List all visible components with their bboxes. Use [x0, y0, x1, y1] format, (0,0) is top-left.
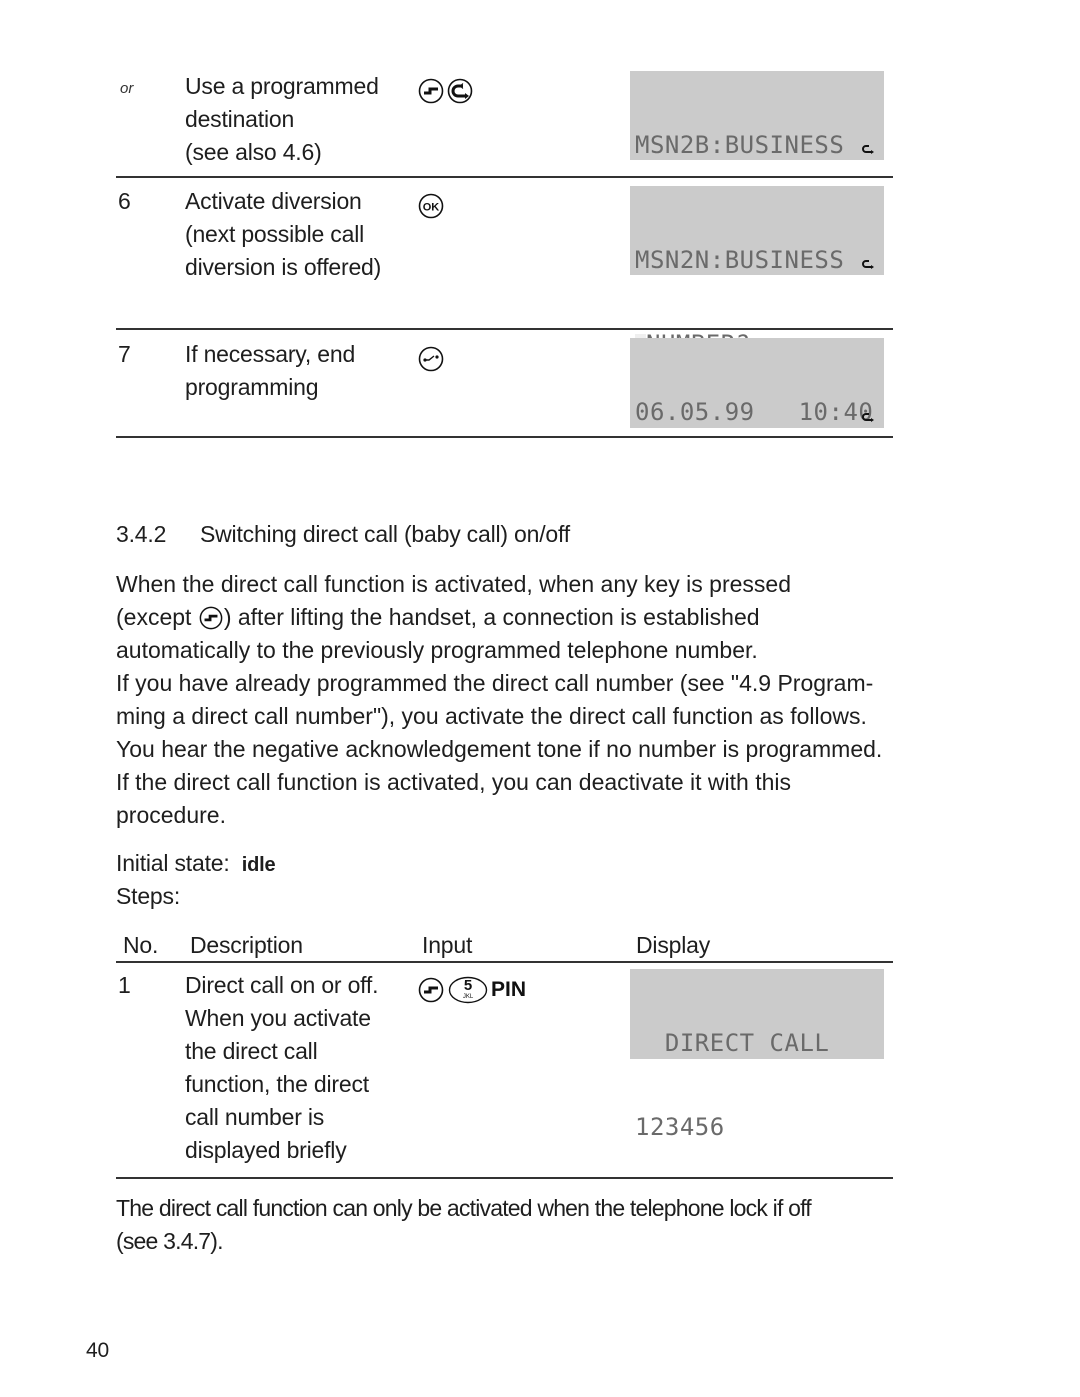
lcd-display: MSN2B:BUSINESS 123456 [630, 71, 884, 243]
header-display: Display [636, 932, 711, 958]
lcd-line-1: MSN2N:BUSINESS [635, 246, 845, 274]
description-line: call number is [185, 1104, 325, 1130]
table-header-divider [116, 961, 893, 963]
handset-lift-icon [418, 78, 444, 104]
page-number: 40 [86, 1339, 109, 1362]
text-fragment: (except [116, 604, 198, 630]
description-line: If necessary, end [185, 341, 356, 367]
svg-text:OK: OK [423, 202, 440, 214]
row-number: 1 [118, 972, 131, 998]
paragraph-line: automatically to the previously programm… [116, 637, 758, 663]
header-no: No. [123, 932, 159, 958]
lcd-display: 06.05.99 10:40 [630, 338, 884, 428]
description-line: (see also 4.6) [185, 139, 322, 165]
description-line: Use a programmed [185, 73, 379, 99]
divider [116, 176, 893, 178]
initial-state: Initial state: idle [116, 847, 276, 882]
lcd-display: MSN2N:BUSINESS NUMBER? [630, 186, 884, 358]
footnote-line: (see 3.4.7). [116, 1228, 224, 1254]
lcd-line-2: 123456 [635, 1113, 725, 1141]
initial-state-label: Initial state: [116, 850, 230, 876]
step-number: 6 [118, 188, 131, 214]
paragraph-line: When the direct call function is activat… [116, 571, 792, 597]
lcd-date: 06.05.99 [635, 398, 755, 426]
redirect-icon [862, 145, 874, 154]
steps-label: Steps: [116, 883, 181, 909]
lcd-display: DIRECT CALL 123456 [630, 969, 884, 1141]
redirect-icon [447, 78, 473, 104]
description-line: destination [185, 106, 295, 132]
section-number: 3.4.2 [116, 521, 167, 547]
header-input: Input [422, 932, 473, 958]
header-description: Description [190, 932, 303, 958]
paragraph-line: If the direct call function is activated… [116, 769, 792, 795]
paragraph-line: ming a direct call number"), you activat… [116, 703, 867, 729]
key-letters: JKL [462, 994, 474, 1000]
handset-lift-icon [199, 606, 223, 630]
divider [116, 1177, 893, 1179]
description-line: programming [185, 374, 319, 400]
paragraph-line: (except ) after lifting the handset, a c… [116, 601, 896, 634]
paragraph-line: If you have already programmed the direc… [116, 670, 874, 696]
key-5-jkl-icon: 5 JKL [448, 976, 488, 1004]
intro-paragraph: When the direct call function is activat… [116, 568, 896, 832]
hang-up-icon [418, 346, 444, 372]
description-line: Activate diversion [185, 188, 362, 214]
footnote-line: The direct call function can only be act… [116, 1195, 812, 1221]
redirect-icon [862, 260, 874, 269]
description-line: function, the direct [185, 1071, 369, 1097]
step-description: Activate diversion (next possible call d… [185, 185, 381, 284]
description-line: the direct call [185, 1038, 318, 1064]
step-number: 7 [118, 341, 131, 367]
handset-lift-icon [418, 977, 444, 1003]
paragraph-line: procedure. [116, 802, 226, 828]
divider [116, 436, 893, 438]
row-description: Direct call on or off. When you activate… [185, 969, 379, 1167]
or-label: or [120, 80, 134, 97]
redirect-icon [862, 413, 874, 422]
step-description: Use a programmed destination (see also 4… [185, 70, 379, 169]
description-line: (next possible call [185, 221, 365, 247]
lcd-line-1: DIRECT CALL [635, 1029, 830, 1057]
footnote: The direct call function can only be act… [116, 1192, 896, 1258]
initial-state-value: idle [241, 854, 276, 876]
lcd-line-1: MSN2B:BUSINESS [635, 131, 845, 159]
text-fragment: ) after lifting the handset, a connectio… [223, 604, 760, 630]
description-line: displayed briefly [185, 1137, 347, 1163]
step-description: If necessary, end programming [185, 338, 355, 404]
section-title: Switching direct call (baby call) on/off [200, 521, 570, 547]
description-line: When you activate [185, 1005, 371, 1031]
description-line: Direct call on or off. [185, 972, 379, 998]
pin-label: PIN [491, 978, 527, 1001]
divider [116, 328, 893, 330]
ok-key-icon: OK [418, 193, 444, 219]
key-digit: 5 [463, 977, 473, 994]
description-line: diversion is offered) [185, 254, 382, 280]
paragraph-line: You hear the negative acknowledgement to… [116, 736, 883, 762]
